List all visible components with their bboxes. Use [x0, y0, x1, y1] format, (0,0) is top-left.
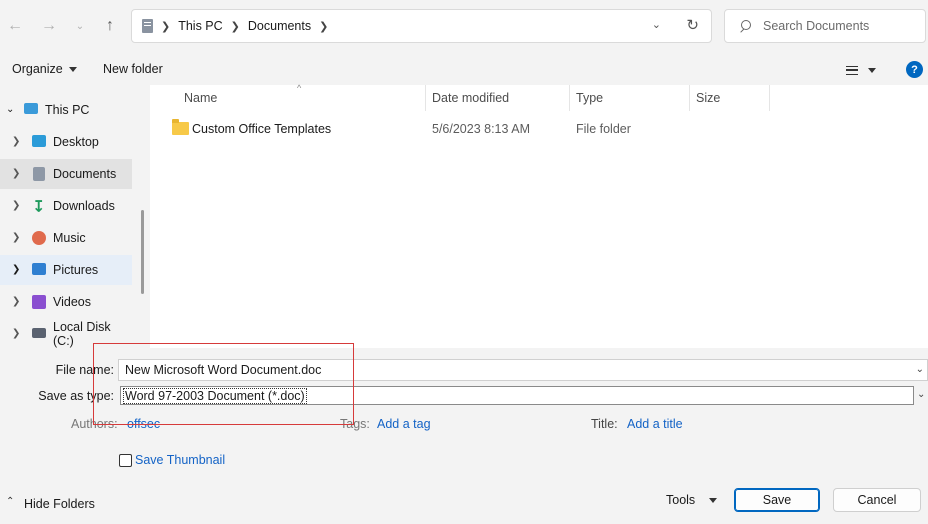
file-date: 5/6/2023 8:13 AM — [432, 122, 530, 136]
chevron-right-icon[interactable]: ❯ — [12, 168, 20, 179]
view-options-button[interactable] — [846, 62, 886, 78]
save-form: File name: New Microsoft Word Document.d… — [0, 348, 928, 473]
address-dropdown-icon[interactable]: ⌄ — [652, 18, 661, 31]
save-button[interactable]: Save — [734, 488, 820, 512]
up-button[interactable]: ↑ — [98, 14, 122, 38]
organize-label: Organize — [12, 62, 63, 76]
drive-icon — [32, 328, 46, 338]
refresh-icon[interactable]: ↻ — [686, 16, 699, 34]
chevron-up-icon[interactable]: ⌃ — [6, 496, 14, 507]
chevron-right-icon[interactable]: ❯ — [12, 296, 20, 307]
list-view-icon — [846, 65, 858, 75]
sidebar-item-label: Local Disk (C:) — [53, 320, 111, 348]
help-button[interactable]: ? — [906, 61, 923, 78]
file-row[interactable]: Custom Office Templates 5/6/2023 8:13 AM… — [168, 117, 928, 141]
pictures-icon — [32, 263, 46, 275]
column-header-name[interactable]: Name — [176, 85, 426, 111]
navigation-pane[interactable]: ⌄ This PC ❯ Desktop ❯ Documents ❯ ↧ Down… — [0, 85, 148, 348]
search-box[interactable]: Search Documents — [724, 9, 926, 43]
sidebar-item-downloads[interactable]: ❯ ↧ Downloads — [0, 191, 132, 221]
dialog-footer: ⌃ Hide Folders Tools Save Cancel — [0, 473, 928, 524]
chevron-down-icon[interactable]: ⌄ — [916, 364, 924, 375]
cancel-button[interactable]: Cancel — [833, 488, 921, 512]
arrow-left-icon: ← — [7, 17, 23, 34]
file-list[interactable]: ^ Name Date modified Type Size Custom Of… — [150, 83, 928, 348]
monitor-icon — [24, 103, 38, 114]
sidebar-scrollbar[interactable] — [141, 210, 144, 294]
caret-down-icon — [68, 66, 77, 72]
chevron-right-icon[interactable]: ❯ — [231, 20, 240, 33]
tools-label: Tools — [666, 493, 696, 507]
title-value[interactable]: Add a title — [627, 417, 683, 431]
desktop-icon — [32, 135, 46, 147]
organize-button[interactable]: Organize — [12, 62, 77, 76]
sidebar-item-label: Videos — [53, 295, 91, 309]
chevron-down-icon: ⌄ — [75, 20, 85, 32]
address-toolbar: ← → ⌄ ↑ ❯ This PC ❯ Documents ❯ ⌄ ↻ Sear… — [0, 0, 928, 54]
command-bar: Organize New folder ? — [0, 54, 928, 85]
file-name: Custom Office Templates — [192, 122, 332, 136]
tags-label: Tags: — [340, 417, 370, 431]
sidebar-item-videos[interactable]: ❯ Videos — [0, 287, 132, 317]
chevron-right-icon[interactable]: ❯ — [12, 200, 20, 211]
caret-down-icon — [868, 67, 876, 73]
chevron-right-icon[interactable]: ❯ — [12, 136, 20, 147]
file-type: File folder — [576, 122, 631, 136]
sidebar-item-this-pc[interactable]: ⌄ This PC — [0, 95, 132, 125]
sidebar-item-documents[interactable]: ❯ Documents — [0, 159, 132, 189]
videos-icon — [32, 295, 46, 309]
save-type-label: Save as type: — [38, 389, 114, 403]
chevron-right-icon[interactable]: ❯ — [12, 328, 20, 339]
documents-icon — [33, 167, 45, 181]
chevron-right-icon[interactable]: ❯ — [319, 20, 328, 33]
column-header-date[interactable]: Date modified — [424, 85, 570, 111]
arrow-right-icon: → — [41, 17, 57, 34]
save-type-select[interactable]: Word 97-2003 Document (*.doc) — [120, 386, 914, 405]
save-thumbnail-checkbox[interactable] — [119, 454, 132, 467]
chevron-down-icon[interactable]: ⌄ — [917, 389, 925, 400]
sidebar-item-desktop[interactable]: ❯ Desktop — [0, 127, 132, 157]
save-type-value: Word 97-2003 Document (*.doc) — [123, 387, 307, 404]
authors-value[interactable]: offsec — [127, 417, 160, 431]
file-name-field[interactable]: New Microsoft Word Document.doc ⌄ — [118, 359, 928, 381]
column-header-size[interactable]: Size — [688, 85, 770, 111]
folder-icon — [172, 119, 189, 135]
sidebar-item-label: Pictures — [53, 263, 99, 277]
sidebar-item-label: Desktop — [53, 135, 99, 149]
chevron-right-icon[interactable]: ❯ — [12, 232, 20, 243]
search-icon — [739, 20, 751, 32]
chevron-down-icon[interactable]: ⌄ — [6, 104, 14, 115]
arrow-up-icon: ↑ — [106, 17, 114, 34]
search-input[interactable]: Search Documents — [763, 19, 869, 33]
save-thumbnail-label[interactable]: Save Thumbnail — [135, 453, 225, 467]
sidebar-item-local-disk[interactable]: ❯ Local Disk (C:) — [0, 319, 132, 348]
caret-down-icon — [709, 497, 718, 503]
new-folder-button[interactable]: New folder — [103, 62, 163, 76]
chevron-right-icon[interactable]: ❯ — [161, 20, 170, 33]
download-icon: ↧ — [32, 199, 46, 216]
sidebar-item-label: Downloads — [53, 199, 115, 213]
recent-locations-button[interactable]: ⌄ — [68, 14, 92, 38]
address-bar[interactable]: ❯ This PC ❯ Documents ❯ ⌄ ↻ — [131, 9, 712, 43]
sidebar-item-pictures[interactable]: ❯ Pictures — [0, 255, 132, 285]
back-button[interactable]: ← — [3, 14, 27, 38]
tools-button[interactable]: Tools — [666, 493, 718, 507]
hide-folders-button[interactable]: Hide Folders — [24, 497, 95, 511]
forward-button[interactable]: → — [37, 14, 61, 38]
breadcrumb-documents[interactable]: Documents — [248, 19, 311, 33]
this-pc-icon — [142, 19, 153, 33]
tags-value[interactable]: Add a tag — [377, 417, 431, 431]
column-header-type[interactable]: Type — [568, 85, 690, 111]
title-label: Title: — [591, 417, 618, 431]
sidebar-item-label: Documents — [53, 167, 117, 181]
file-name-value: New Microsoft Word Document.doc — [125, 363, 322, 377]
music-icon — [32, 231, 46, 245]
file-name-label: File name: — [55, 363, 114, 377]
sidebar-item-label: Music — [53, 231, 86, 245]
chevron-right-icon[interactable]: ❯ — [12, 264, 20, 275]
authors-label: Authors: — [71, 417, 118, 431]
sidebar-item-music[interactable]: ❯ Music — [0, 223, 132, 253]
sidebar-item-label: This PC — [45, 103, 90, 117]
breadcrumb-this-pc[interactable]: This PC — [178, 19, 222, 33]
